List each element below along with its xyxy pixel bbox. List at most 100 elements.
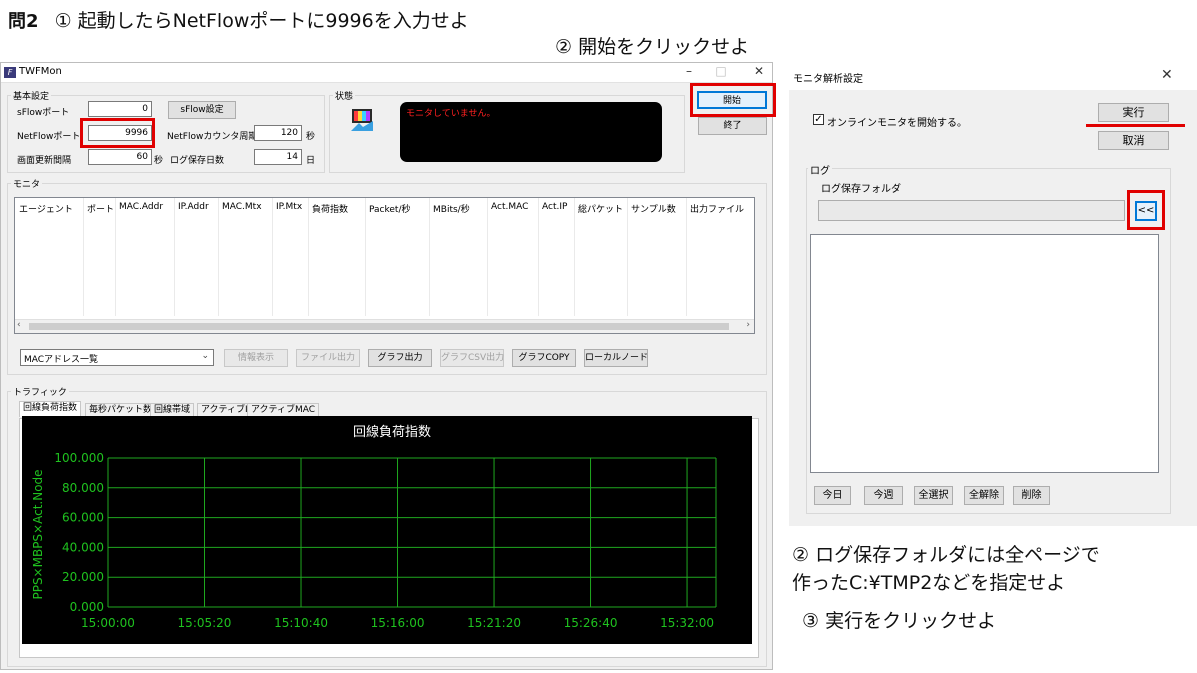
column-header[interactable]: IP.Addr [178,202,209,212]
tab-packets-per-sec[interactable]: 毎秒パケット数 [85,403,157,417]
run-button-underline [1086,124,1185,127]
tab-load-index[interactable]: 回線負荷指数 [19,401,82,417]
instruction-line-1: 問2 ① 起動したらNetFlowポートに9996を入力せよ [8,6,469,33]
column-header[interactable]: Act.IP [542,202,567,212]
log-folder-input[interactable] [818,200,1125,221]
column-header[interactable]: Packet/秒 [369,202,410,215]
graph-csv-output-button[interactable]: グラフCSV出力 [440,349,504,367]
refresh-interval-input[interactable]: 60 [88,149,152,165]
info-display-button[interactable]: 情報表示 [224,349,288,367]
x-tick-label: 15:16:00 [371,616,425,630]
netflow-counter-input[interactable]: 120 [254,125,302,141]
dialog-title: モニタ解析設定 [793,74,863,85]
y-tick-label: 60.000 [62,511,104,525]
column-separator [272,198,273,316]
view-select[interactable]: MACアドレス一覧 ⌄ [20,349,214,366]
this-week-button[interactable]: 今週 [864,486,903,505]
sflow-settings-button[interactable]: sFlow設定 [168,101,236,119]
monitor-status-icon [349,107,375,133]
column-separator [83,198,84,316]
column-separator [218,198,219,316]
local-node-button[interactable]: ローカルノード [584,349,648,367]
column-header[interactable]: MAC.Addr [119,202,163,212]
tab-bandwidth[interactable]: 回線帯域 [150,403,195,417]
dialog-close-button[interactable]: ✕ [1161,67,1173,83]
x-tick-label: 15:26:40 [564,616,618,630]
y-tick-label: 40.000 [62,540,104,554]
delete-button[interactable]: 削除 [1013,486,1050,505]
log-days-input[interactable]: 14 [254,149,302,165]
column-header[interactable]: MBits/秒 [433,202,470,215]
twfmon-titlebar: F TWFMon – □ ✕ [1,63,772,83]
y-tick-label: 80.000 [62,481,104,495]
status-display: モニタしていません。 [400,102,662,162]
column-separator [627,198,628,316]
column-header[interactable]: 負荷指数 [312,202,348,215]
x-tick-label: 15:21:20 [467,616,521,630]
monitor-analysis-dialog: モニタ解析設定 ✕ ✓ オンラインモニタを開始する。 実行 取消 ログ ログ保存… [789,62,1197,526]
column-header[interactable]: 総パケット [578,202,623,215]
close-button[interactable]: ✕ [749,64,769,78]
chevron-down-icon: ⌄ [201,351,209,361]
column-header[interactable]: エージェント [19,202,73,215]
view-select-value: MACアドレス一覧 [24,355,99,365]
dialog-titlebar: モニタ解析設定 ✕ [789,62,1197,90]
graph-output-button[interactable]: グラフ出力 [368,349,432,367]
column-header[interactable]: Act.MAC [491,202,528,212]
column-separator [487,198,488,316]
online-monitor-label: オンラインモニタを開始する。 [827,118,967,129]
scrollbar-thumb[interactable] [29,323,729,330]
maximize-button[interactable]: □ [711,64,731,78]
log-group-label: ログ [808,162,832,177]
minimize-button[interactable]: – [679,64,699,78]
column-separator [365,198,366,316]
cancel-button[interactable]: 取消 [1098,131,1169,150]
netflow-port-highlight [80,118,155,148]
y-axis-label: PPS×MBPS×Act.Node [31,469,45,599]
column-header[interactable]: MAC.Mtx [222,202,262,212]
horizontal-scrollbar[interactable]: ‹ › [15,319,754,333]
column-header[interactable]: 出力ファイル [690,202,744,215]
netflow-counter-label: NetFlowカウンタ周期 [167,132,258,142]
column-separator [174,198,175,316]
column-separator [574,198,575,316]
log-file-list[interactable] [810,234,1159,473]
y-tick-label: 20.000 [62,570,104,584]
scroll-right-icon[interactable]: › [746,320,750,330]
file-output-button[interactable]: ファイル出力 [296,349,360,367]
netflow-counter-unit: 秒 [306,132,316,142]
run-button[interactable]: 実行 [1098,103,1169,122]
instruction-step2b-line1: ② ログ保存フォルダには全ページで [792,544,1100,566]
x-tick-label: 15:10:40 [274,616,328,630]
column-header[interactable]: サンプル数 [631,202,676,215]
chart-title: 回線負荷指数 [353,424,431,440]
tab-active-mac[interactable]: アクティブMAC [247,403,320,417]
online-monitor-checkbox[interactable]: ✓ [813,114,824,125]
today-button[interactable]: 今日 [814,486,851,505]
scroll-left-icon[interactable]: ‹ [17,320,21,330]
app-icon: F [4,67,16,78]
select-all-button[interactable]: 全選択 [914,486,953,505]
column-header[interactable]: ポート [87,202,114,215]
column-separator [115,198,116,316]
y-tick-label: 100.000 [54,451,104,465]
instruction-step2b-line2: 作ったC:¥TMP2などを指定せよ [792,572,1066,594]
column-header[interactable]: IP.Mtx [276,202,302,212]
status-label: 状態 [333,89,356,102]
column-separator [686,198,687,316]
sflow-port-input[interactable]: 0 [88,101,152,117]
window-title: TWFMon [19,66,62,77]
log-days-unit: 日 [306,156,316,166]
refresh-interval-label: 画面更新間隔 [17,156,72,166]
browse-button-highlight [1127,190,1165,230]
monitor-label: モニタ [11,177,43,190]
deselect-all-button[interactable]: 全解除 [964,486,1004,505]
traffic-label: トラフィック [11,385,69,398]
sflow-port-label: sFlowポート [17,108,70,118]
question-label: 問2 [8,11,39,32]
column-separator [308,198,309,316]
end-button[interactable]: 終了 [698,117,767,135]
monitor-list[interactable]: エージェント ポート MAC.Addr IP.Addr MAC.Mtx IP.Mtx 負荷指… [14,197,755,334]
graph-copy-button[interactable]: グラフCOPY [512,349,576,367]
instruction-step1: ① 起動したらNetFlowポートに9996を入力せよ [54,10,469,32]
